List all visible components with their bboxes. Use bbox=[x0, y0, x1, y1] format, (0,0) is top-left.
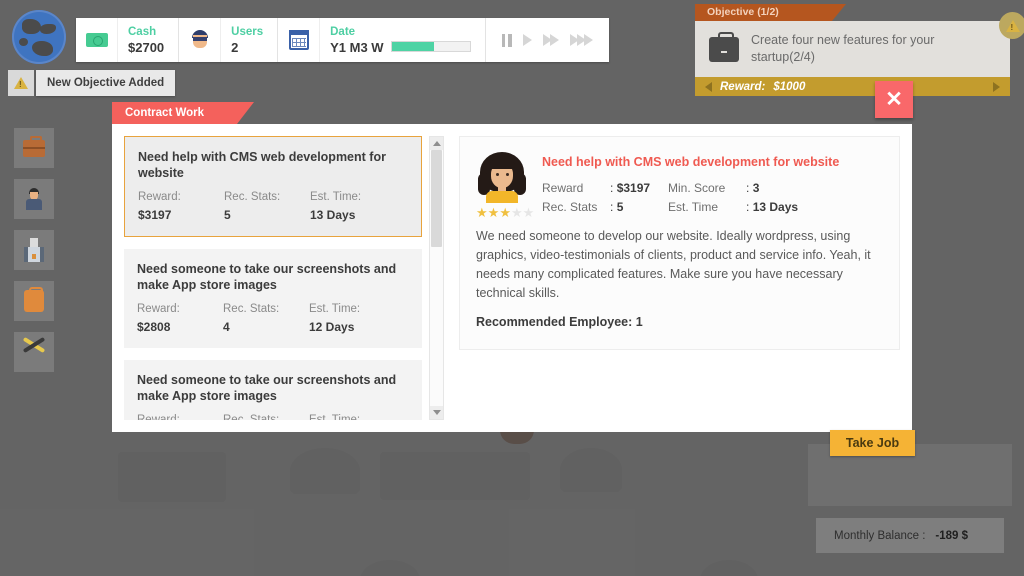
stat-users[interactable]: Users 2 bbox=[179, 18, 279, 62]
list-item[interactable]: Need help with CMS web development for w… bbox=[124, 136, 422, 237]
globe-icon[interactable] bbox=[12, 10, 66, 64]
scrollbar-track[interactable] bbox=[431, 150, 442, 406]
detail-reward-label: Reward bbox=[542, 181, 584, 195]
stat-date[interactable]: Date Y1 M3 W bbox=[278, 18, 486, 62]
user-icon bbox=[179, 18, 222, 62]
money-icon bbox=[76, 18, 118, 62]
job-est-time: Est. Time: 13 Days bbox=[310, 191, 362, 222]
job-detail-column: ★ ★ ★ ★ ★ Need help with CMS web development… bbox=[459, 136, 900, 420]
objective-toast-label: New Objective Added bbox=[47, 77, 165, 89]
person-icon bbox=[24, 188, 44, 210]
stat-cash-value: $2700 bbox=[128, 39, 165, 55]
scroll-down-arrow-icon[interactable] bbox=[430, 406, 443, 419]
monthly-balance-panel: Monthly Balance : -189 $ bbox=[816, 518, 1004, 553]
job-title: Need help with CMS web development for w… bbox=[138, 150, 386, 180]
speed-controls bbox=[486, 18, 609, 62]
objective-reward-value: $1000 bbox=[773, 80, 806, 93]
job-list: Need help with CMS web development for w… bbox=[124, 136, 424, 420]
job-reward: Reward: $3197 bbox=[138, 191, 181, 222]
job-rec-stats: Rec. Stats: 5 bbox=[224, 191, 281, 222]
warning-badge-icon[interactable] bbox=[999, 12, 1024, 39]
list-item[interactable]: Need someone to take our screenshots and… bbox=[124, 249, 422, 348]
arrow-right-icon[interactable] bbox=[993, 81, 1000, 92]
detail-recstats-label: Rec. Stats bbox=[542, 200, 598, 214]
job-list-column: Need help with CMS web development for w… bbox=[124, 136, 444, 420]
scrollbar-thumb[interactable] bbox=[431, 150, 442, 248]
recommended-employee: Recommended Employee: 1 bbox=[476, 315, 643, 329]
take-job-label: Take Job bbox=[845, 436, 900, 450]
bag-icon bbox=[24, 287, 44, 312]
pause-button[interactable] bbox=[501, 33, 512, 47]
objective-body: Create four new features for your startu… bbox=[695, 21, 1010, 77]
objective-panel: Objective (1/2) Create four new features… bbox=[695, 4, 1024, 96]
sidebar-item-briefcase[interactable] bbox=[14, 128, 54, 168]
take-job-button[interactable]: Take Job bbox=[830, 430, 915, 456]
stat-date-label: Date bbox=[330, 25, 356, 38]
job-rec-stats: Rec. Stats: bbox=[223, 414, 280, 420]
objective-tab: Objective (1/2) bbox=[695, 4, 846, 21]
week-progress-bar bbox=[390, 41, 471, 52]
objective-text: Create four new features for your startu… bbox=[751, 33, 935, 64]
objective-reward-label: Reward: bbox=[720, 80, 766, 93]
stat-cash-label: Cash bbox=[128, 25, 157, 38]
modal-tab: Contract Work bbox=[112, 102, 254, 124]
detail-esttime-label: Est. Time bbox=[668, 200, 719, 214]
sidebar-item-employees[interactable] bbox=[14, 179, 54, 219]
objective-toast: New Objective Added bbox=[36, 70, 176, 96]
tool-rail bbox=[14, 128, 54, 372]
detail-reward-value: $3197 bbox=[616, 181, 651, 195]
sidebar-item-office[interactable] bbox=[14, 230, 54, 270]
detail-minscore-label: Min. Score bbox=[668, 181, 726, 195]
stat-users-label: Users bbox=[231, 25, 264, 38]
job-est-time: Est. Time: 12 Days bbox=[309, 303, 361, 334]
tools-icon bbox=[22, 336, 46, 363]
arrow-left-icon[interactable] bbox=[705, 81, 712, 92]
modal-body: Need help with CMS web development for w… bbox=[112, 124, 912, 432]
rec-stats-stars: ★ ★ ★ ★ ★ bbox=[476, 205, 535, 220]
fast-forward-button[interactable] bbox=[542, 34, 559, 46]
objective-tab-label: Objective (1/2) bbox=[707, 6, 779, 18]
sidebar-item-tools[interactable] bbox=[14, 332, 54, 372]
job-reward: Reward: bbox=[137, 414, 180, 420]
job-reward: Reward: $2808 bbox=[137, 303, 180, 334]
building-icon bbox=[24, 238, 44, 262]
sidebar-item-inventory[interactable] bbox=[14, 281, 54, 321]
modal-tab-label: Contract Work bbox=[125, 107, 205, 119]
job-list-scrollbar[interactable] bbox=[429, 136, 444, 420]
job-rec-stats: Rec. Stats: 4 bbox=[223, 303, 280, 334]
ultra-speed-button[interactable] bbox=[569, 34, 593, 46]
objective-reward-bar: Reward: $1000 bbox=[695, 77, 1010, 96]
avatar bbox=[476, 151, 528, 203]
job-description: We need someone to develop our website. … bbox=[476, 229, 871, 300]
stat-users-value: 2 bbox=[231, 39, 239, 55]
list-item[interactable]: Need someone to take our screenshots and… bbox=[124, 360, 422, 420]
job-est-time: Est. Time: bbox=[309, 414, 361, 420]
warning-icon bbox=[8, 70, 34, 96]
monthly-balance-label: Monthly Balance : bbox=[834, 529, 926, 542]
job-title: Need someone to take our screenshots and… bbox=[137, 373, 397, 403]
play-button[interactable] bbox=[522, 34, 532, 46]
stat-bar: Cash $2700 Users 2 Date Y1 M3 W bbox=[76, 18, 609, 62]
contract-work-modal: Contract Work Need help with CMS web dev… bbox=[112, 102, 912, 432]
hud-bar: Cash $2700 Users 2 Date Y1 M3 W bbox=[0, 0, 640, 66]
briefcase-icon bbox=[709, 31, 739, 62]
job-detail-title: Need help with CMS web development for w… bbox=[542, 155, 840, 169]
job-title: Need someone to take our screenshots and… bbox=[137, 262, 397, 292]
calendar-icon bbox=[278, 18, 321, 62]
stat-cash[interactable]: Cash $2700 bbox=[76, 18, 180, 62]
briefcase-icon bbox=[23, 135, 45, 157]
scroll-up-arrow-icon[interactable] bbox=[430, 137, 443, 150]
monthly-balance-value: -189 $ bbox=[935, 529, 969, 542]
stat-date-value: Y1 M3 W bbox=[330, 39, 384, 55]
detail-recstats-value: 5 bbox=[616, 200, 624, 214]
job-detail-card: ★ ★ ★ ★ ★ Need help with CMS web development… bbox=[459, 136, 900, 350]
detail-esttime-value: 13 Days bbox=[752, 200, 799, 214]
detail-minscore-value: 3 bbox=[752, 181, 760, 195]
take-job-panel: Take Job bbox=[808, 430, 1012, 506]
job-detail-fields: Reward : $3197 Min. Score : 3 Rec. Stats… bbox=[542, 181, 799, 214]
